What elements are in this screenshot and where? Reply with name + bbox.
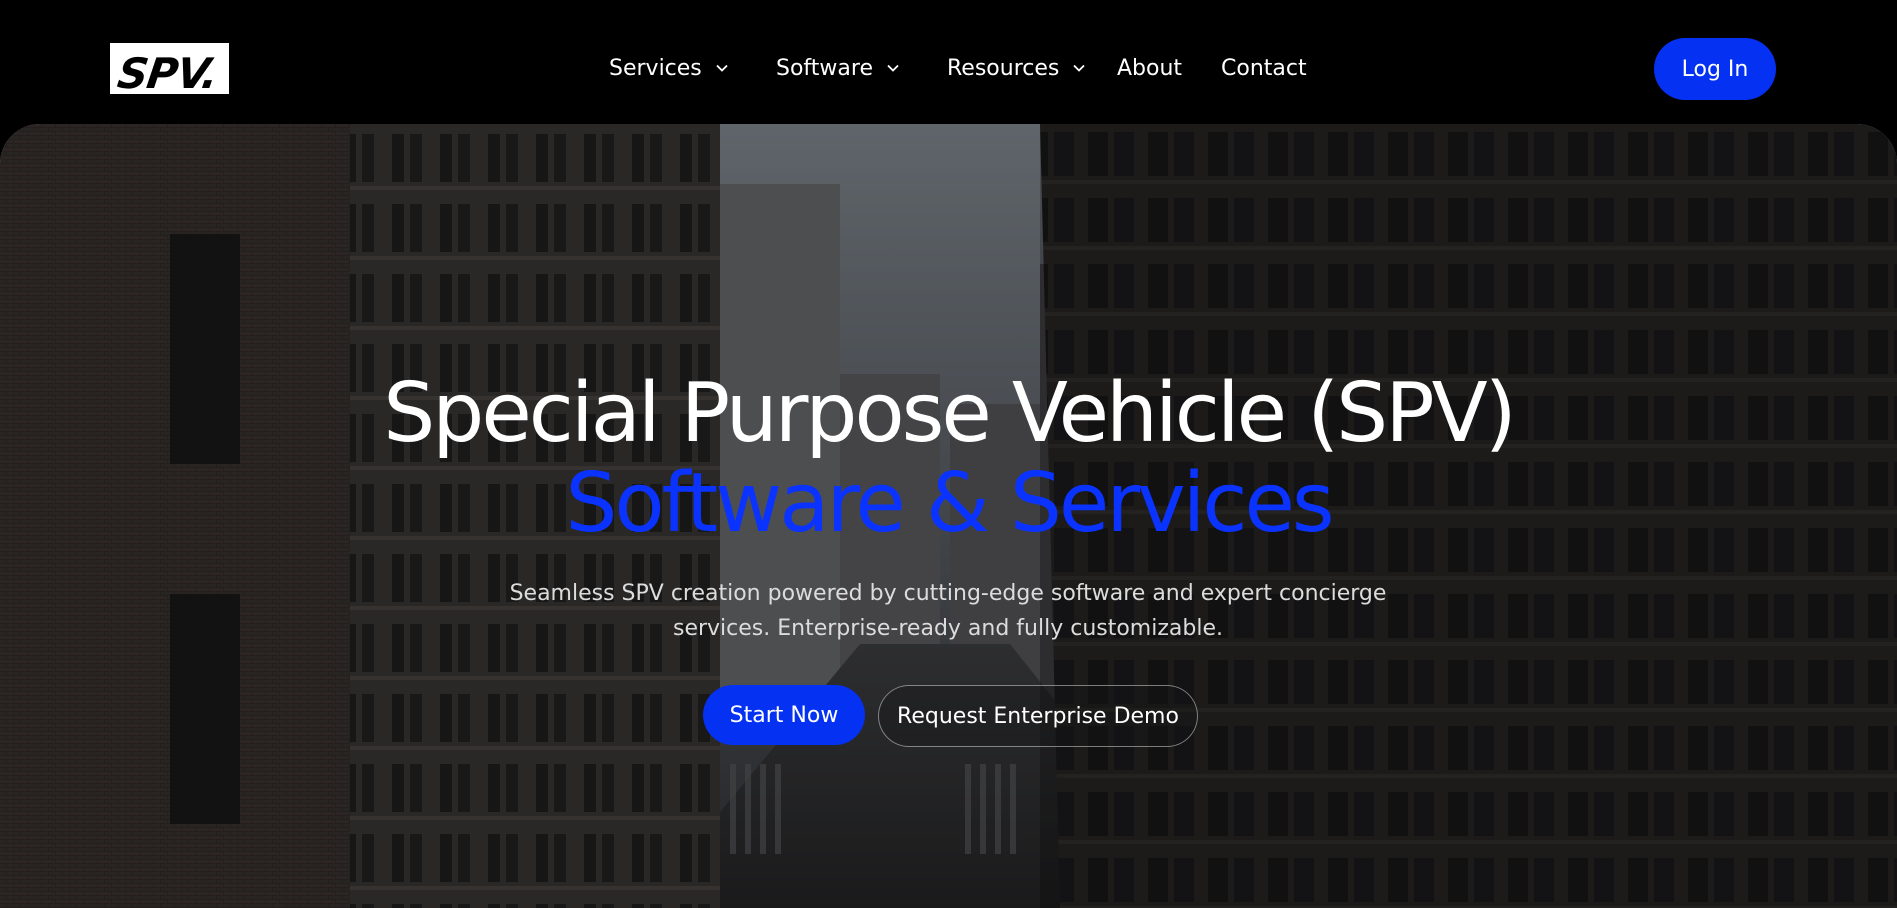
- hero-subtitle-line-1: Seamless SPV creation powered by cutting…: [509, 581, 1387, 606]
- start-now-button[interactable]: Start Now: [703, 685, 865, 745]
- request-demo-button[interactable]: Request Enterprise Demo: [878, 685, 1198, 747]
- hero-title-accent: Software & Services: [565, 456, 1334, 551]
- nav-contact-label: Contact: [1221, 55, 1307, 81]
- nav-software[interactable]: Software: [776, 50, 899, 86]
- nav-contact[interactable]: Contact: [1221, 50, 1307, 86]
- spv-logo[interactable]: SPV.: [110, 43, 229, 94]
- chevron-down-icon: [716, 64, 728, 72]
- nav-services-label: Services: [609, 55, 702, 81]
- nav-resources[interactable]: Resources: [947, 50, 1085, 86]
- nav-software-label: Software: [776, 55, 873, 81]
- chevron-down-icon: [1073, 64, 1085, 72]
- logo-text: SPV.: [114, 49, 221, 94]
- hero-title: Special Purpose Vehicle (SPV): [383, 366, 1517, 461]
- site-header: SPV. Services Software Resources About C…: [0, 0, 1897, 125]
- nav-services[interactable]: Services: [609, 50, 728, 86]
- login-button[interactable]: Log In: [1654, 38, 1776, 100]
- chevron-down-icon: [887, 64, 899, 72]
- nav-resources-label: Resources: [947, 55, 1060, 81]
- hero-section: Special Purpose Vehicle (SPV) Software &…: [0, 124, 1897, 908]
- hero-subtitle-line-2: services. Enterprise-ready and fully cus…: [673, 616, 1223, 641]
- hero-subtitle: Seamless SPV creation powered by cutting…: [448, 576, 1448, 646]
- nav-about[interactable]: About: [1117, 50, 1182, 86]
- nav-about-label: About: [1117, 55, 1183, 81]
